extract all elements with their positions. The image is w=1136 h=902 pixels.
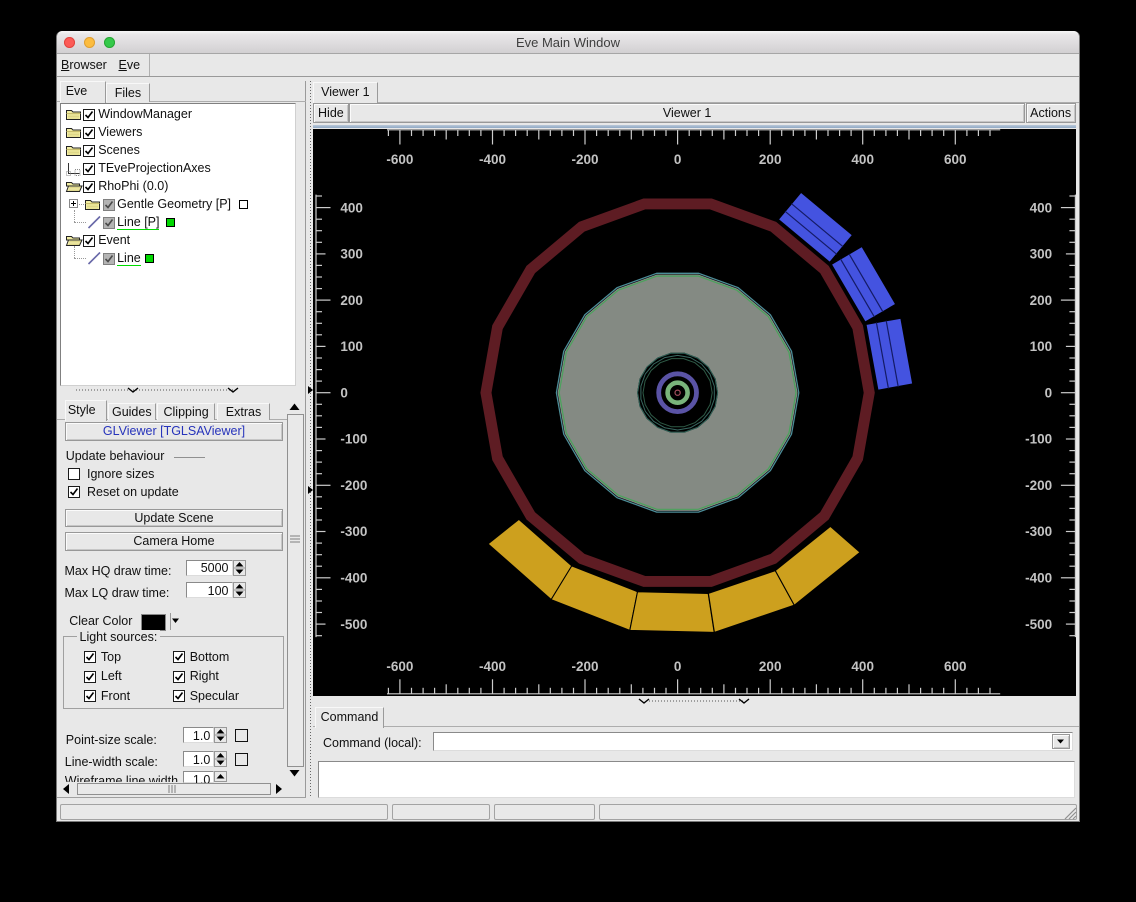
svg-text:-100: -100 bbox=[1025, 431, 1052, 446]
svg-text:-200: -200 bbox=[340, 478, 367, 493]
svg-text:400: 400 bbox=[1030, 200, 1053, 215]
svg-text:-500: -500 bbox=[340, 616, 367, 631]
svg-text:-400: -400 bbox=[479, 659, 506, 674]
svg-text:-400: -400 bbox=[1025, 570, 1052, 585]
svg-text:-300: -300 bbox=[340, 524, 367, 539]
svg-text:200: 200 bbox=[1030, 292, 1053, 307]
svg-text:-500: -500 bbox=[1025, 616, 1052, 631]
svg-text:400: 400 bbox=[851, 659, 874, 674]
svg-text:200: 200 bbox=[759, 152, 782, 167]
svg-text:-600: -600 bbox=[386, 152, 413, 167]
svg-text:600: 600 bbox=[944, 659, 967, 674]
svg-text:200: 200 bbox=[759, 659, 782, 674]
svg-text:-600: -600 bbox=[386, 659, 413, 674]
svg-text:100: 100 bbox=[340, 339, 363, 354]
svg-text:200: 200 bbox=[340, 292, 363, 307]
svg-text:0: 0 bbox=[674, 152, 682, 167]
svg-text:-200: -200 bbox=[571, 152, 598, 167]
svg-text:0: 0 bbox=[340, 385, 348, 400]
svg-text:100: 100 bbox=[1030, 339, 1053, 354]
svg-text:400: 400 bbox=[851, 152, 874, 167]
svg-text:-200: -200 bbox=[1025, 478, 1052, 493]
svg-text:-100: -100 bbox=[340, 431, 367, 446]
svg-text:-200: -200 bbox=[571, 659, 598, 674]
svg-text:300: 300 bbox=[340, 246, 363, 261]
svg-text:-400: -400 bbox=[340, 570, 367, 585]
svg-text:300: 300 bbox=[1030, 246, 1053, 261]
svg-text:600: 600 bbox=[944, 152, 967, 167]
svg-text:-400: -400 bbox=[479, 152, 506, 167]
svg-text:-300: -300 bbox=[1025, 524, 1052, 539]
svg-text:0: 0 bbox=[674, 659, 682, 674]
svg-text:400: 400 bbox=[340, 200, 363, 215]
svg-text:0: 0 bbox=[1045, 385, 1053, 400]
